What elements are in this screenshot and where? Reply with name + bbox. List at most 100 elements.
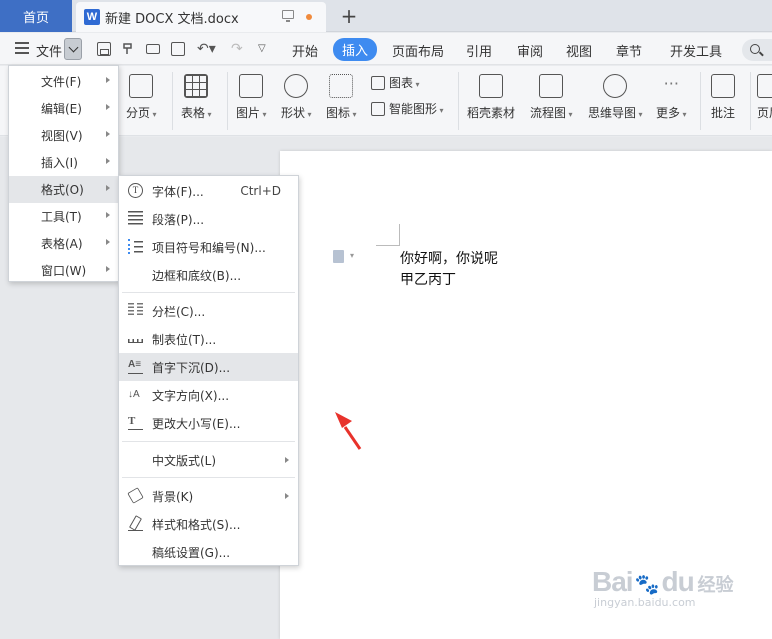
icons-label: 图标 [326,104,357,121]
paragraph-handle-icon[interactable] [333,250,344,263]
watermark-logo-suffix: du [661,566,694,597]
submenu-item-label: 边框和底纹(B)... [152,268,242,283]
submenu-item-text-direction[interactable]: ↓A 文字方向(X)... [119,381,298,409]
paragraph-handle-caret-icon[interactable]: ▾ [350,251,354,260]
menu-item-edit[interactable]: 编辑(E) [9,95,118,122]
margin-marker-vertical [399,224,400,246]
menu-item-label: 表格(A) [41,237,83,251]
hamburger-icon[interactable] [15,42,29,54]
shape-button[interactable]: 形状 [281,70,312,121]
more-button[interactable]: ··· 更多 [656,70,687,121]
submenu-item-manuscript-paper[interactable]: 稿纸设置(G)... [119,538,298,566]
red-arrow-annotation [335,412,362,450]
docer-material-icon [479,74,503,98]
comment-label: 批注 [711,106,736,120]
submenu-arrow-icon [106,239,110,245]
tab-insert[interactable]: 插入 [333,38,378,61]
quick-access-more-icon[interactable]: ▽ [258,42,272,56]
monitor-icon[interactable] [282,10,294,22]
menu-item-file[interactable]: 文件(F) [9,68,118,95]
document-tab-title: 新建 DOCX 文档.docx [105,11,239,27]
menu-item-label: 窗口(W) [41,264,87,278]
mindmap-button[interactable]: 思维导图 [588,70,643,121]
menu-divider [122,292,295,293]
print-icon[interactable] [146,44,160,54]
menu-item-insert[interactable]: 插入(I) [9,149,118,176]
search-button[interactable] [742,39,772,61]
submenu-arrow-icon [106,158,110,164]
watermark-logo-text: Bai [592,566,634,597]
submenu-item-label: 更改大小写(E)... [152,416,241,431]
menu-item-view[interactable]: 视图(V) [9,122,118,149]
submenu-item-columns[interactable]: 分栏(C)... [119,297,298,325]
new-tab-button[interactable]: + [338,4,360,28]
flowchart-label: 流程图 [530,104,573,121]
table-button[interactable]: 表格 [181,70,212,121]
tab-view[interactable]: 视图 [566,41,592,60]
paw-icon: 🐾 [634,572,660,596]
tab-page-layout[interactable]: 页面布局 [392,41,444,60]
print-preview-icon[interactable] [171,42,185,56]
submenu-item-styles[interactable]: 样式和格式(S)... [119,510,298,538]
undo-icon[interactable]: ↶▾ [197,42,216,56]
page-break-button[interactable]: 分页 [126,70,157,121]
tab-review[interactable]: 审阅 [517,41,543,60]
header-icon [757,74,772,98]
tab-sections[interactable]: 章节 [616,41,642,60]
header-button[interactable]: 页眉 [757,70,772,121]
styles-pen-icon [128,516,143,531]
menu-item-tools[interactable]: 工具(T) [9,203,118,230]
submenu-item-background[interactable]: 背景(K) [119,482,298,510]
smart-graphic-button[interactable]: 智能图形 [371,100,444,117]
submenu-item-bullets[interactable]: 项目符号和编号(N)... [119,233,298,261]
submenu-item-label: 项目符号和编号(N)... [152,240,266,255]
change-case-icon: T [128,415,143,430]
menu-item-format[interactable]: 格式(O) [9,176,118,203]
smart-graphic-label: 智能图形 [389,100,444,117]
menu-item-table[interactable]: 表格(A) [9,230,118,257]
flowchart-button[interactable]: 流程图 [530,70,573,121]
tab-start[interactable]: 开始 [292,41,318,60]
page-break-icon [129,74,154,98]
submenu-item-label: 分栏(C)... [152,304,206,319]
tab-references[interactable]: 引用 [466,41,492,60]
document-line-1[interactable]: 你好啊，你说呢 [400,248,498,268]
tab-developer[interactable]: 开发工具 [670,41,722,60]
header-label: 页眉 [757,106,772,120]
submenu-item-label: 文字方向(X)... [152,388,230,403]
submenu-item-tabs[interactable]: 制表位(T)... [119,325,298,353]
tab-stops-icon [128,333,143,343]
format-painter-icon[interactable] [121,42,135,56]
submenu-item-chinese-layout[interactable]: 中文版式(L) [119,446,298,474]
menu-item-window[interactable]: 窗口(W) [9,257,118,284]
file-menu-dropdown-button[interactable] [64,38,82,60]
comment-button[interactable]: 批注 [711,70,735,121]
chart-label: 图表 [389,74,420,91]
submenu-item-borders[interactable]: 边框和底纹(B)... [119,261,298,289]
paint-bucket-icon [127,487,144,504]
menu-item-label: 格式(O) [41,183,84,197]
submenu-item-change-case[interactable]: T 更改大小写(E)... [119,409,298,437]
columns-icon [128,303,143,316]
menu-item-label: 编辑(E) [41,102,82,116]
mindmap-icon [603,74,628,98]
smart-graphic-icon [371,101,385,116]
document-line-2[interactable]: 甲乙丙丁 [400,269,456,289]
docer-material-button[interactable]: 稻壳素材 [467,70,515,121]
save-icon[interactable] [97,42,111,56]
file-menu-button[interactable]: 文件 [36,41,62,60]
icons-icon [329,74,354,98]
picture-button[interactable]: 图片 [236,70,267,121]
file-dropdown-menu: 文件(F) 编辑(E) 视图(V) 插入(I) 格式(O) 工具(T) 表格(A… [8,65,119,282]
submenu-item-label: 中文版式(L) [152,453,217,468]
redo-icon[interactable]: ↷ [231,42,245,56]
home-tab[interactable]: 首页 [0,0,72,32]
icons-button[interactable]: 图标 [326,70,357,121]
submenu-item-font[interactable]: T 字体(F)... Ctrl+D [119,177,298,205]
submenu-arrow-icon [106,104,110,110]
submenu-item-paragraph[interactable]: 段落(P)... [119,205,298,233]
chart-button[interactable]: 图表 [371,74,420,91]
submenu-item-drop-cap[interactable]: A≡ 首字下沉(D)... [119,353,298,381]
document-tab[interactable]: W 新建 DOCX 文档.docx [76,2,326,32]
menu-item-label: 视图(V) [41,129,83,143]
